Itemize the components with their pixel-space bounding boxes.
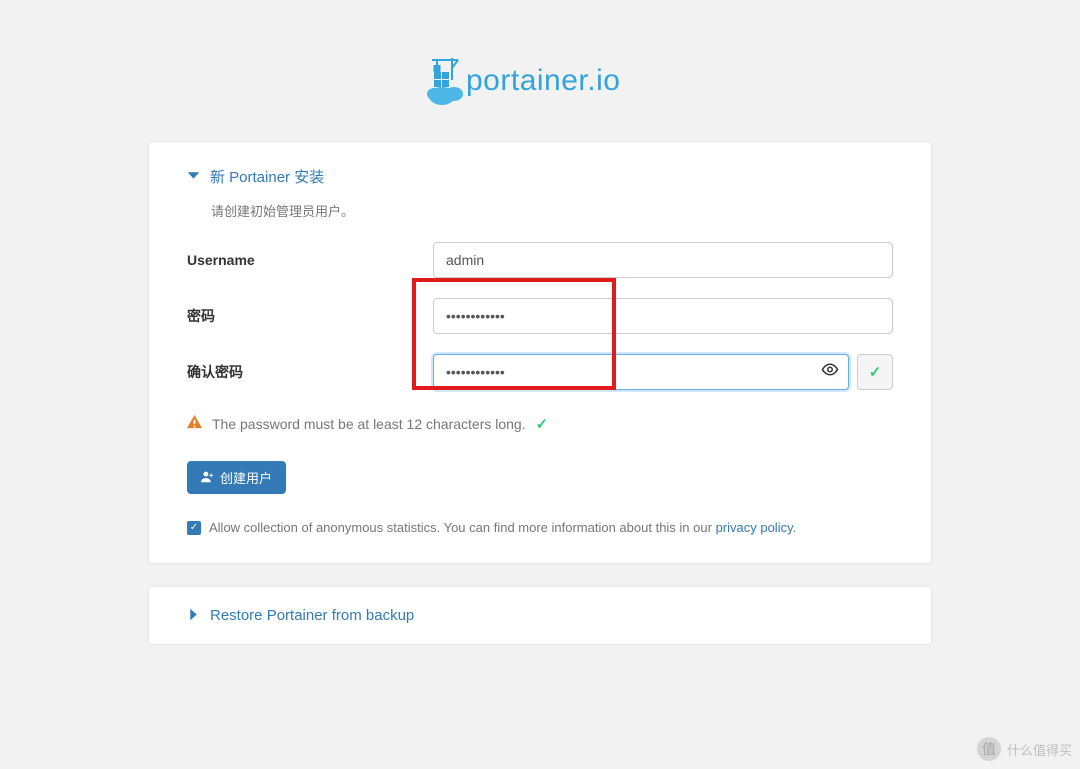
username-row: Username: [187, 242, 893, 278]
username-input[interactable]: [433, 242, 893, 278]
eye-icon[interactable]: [821, 361, 839, 384]
restore-section-toggle[interactable]: Restore Portainer from backup: [187, 607, 893, 624]
confirm-password-input[interactable]: [433, 354, 849, 390]
privacy-policy-link[interactable]: privacy policy: [716, 520, 793, 535]
watermark-text: 什么值得买: [1007, 740, 1072, 759]
confirm-password-row: 确认密码 ✓: [187, 354, 893, 390]
install-section-toggle[interactable]: 新 Portainer 安装: [187, 166, 893, 187]
install-panel: 新 Portainer 安装 请创建初始管理员用户。 Username 密码 确…: [148, 141, 932, 564]
watermark: 值 什么值得买: [977, 737, 1072, 761]
install-heading-brand: Portainer: [229, 169, 290, 186]
stats-row: ✓ Allow collection of anonymous statisti…: [187, 520, 893, 535]
chevron-down-icon: [187, 169, 200, 185]
install-subtext: 请创建初始管理员用户。: [211, 201, 893, 220]
create-user-label: 创建用户: [220, 468, 272, 487]
password-input[interactable]: [433, 298, 893, 334]
watermark-icon: 值: [977, 737, 1001, 761]
chevron-right-icon: [187, 608, 200, 624]
password-row: 密码: [187, 298, 893, 334]
username-label: Username: [187, 252, 433, 268]
warning-icon: [187, 414, 202, 433]
password-hint-text: The password must be at least 12 charact…: [212, 416, 526, 432]
password-valid-icon: ✓: [857, 354, 893, 390]
check-icon: ✓: [536, 415, 549, 433]
stats-checkbox[interactable]: ✓: [187, 521, 201, 535]
install-heading-prefix: 新: [210, 169, 229, 186]
confirm-password-label: 确认密码: [187, 362, 433, 382]
user-plus-icon: [201, 470, 214, 486]
password-label: 密码: [187, 306, 433, 326]
stats-text: Allow collection of anonymous statistics…: [209, 520, 716, 535]
password-hint-row: The password must be at least 12 charact…: [187, 414, 893, 433]
restore-panel: Restore Portainer from backup: [148, 586, 932, 645]
create-user-button[interactable]: 创建用户: [187, 461, 286, 494]
brand-text: portainer.io: [466, 64, 620, 97]
brand-logo: portainer.io: [148, 50, 932, 111]
install-heading-suffix: 安装: [290, 169, 324, 186]
restore-heading: Restore Portainer from backup: [210, 607, 414, 624]
